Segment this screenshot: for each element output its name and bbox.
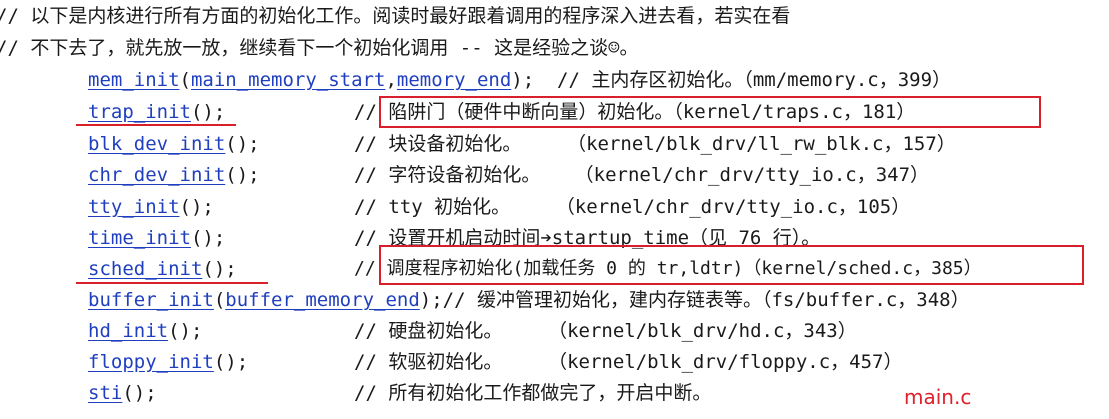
comment-mem-init: // 主内存区初始化。（mm/memory.c，399）: [534, 69, 952, 91]
code-line-tty-init: tty_init();: [88, 194, 214, 220]
code-line-sched-init: sched_init();: [88, 256, 237, 282]
call-parens: ();: [202, 258, 237, 280]
comment-floppy-init: // 软驱初始化。 （kernel/blk_drv/floppy.c，457）: [354, 351, 903, 373]
call-parens: ();: [225, 164, 260, 186]
comment-chr-dev-init: // 字符设备初始化。 （kernel/chr_drv/tty_io.c，347…: [354, 164, 930, 186]
call-parens: ();: [190, 227, 226, 249]
code-line-time-init: time_init();: [88, 225, 225, 251]
paren-close: );: [419, 289, 443, 311]
call-parens: ();: [168, 320, 203, 342]
code-line-mem-init: mem_init(main_memory_start,memory_end); …: [88, 67, 951, 93]
header-comment-1: // 以下是内核进行所有方面的初始化工作。阅读时最好跟着调用的程序深入进去看，若…: [0, 5, 791, 27]
arg-link-memory-end[interactable]: memory_end: [397, 69, 511, 91]
function-link-floppy-init[interactable]: floppy_init: [88, 351, 214, 373]
call-parens: ();: [122, 382, 157, 404]
comment-tty-init: // tty 初始化。 （kernel/chr_drv/tty_io.c，105…: [354, 196, 911, 218]
comment-sti: // 所有初始化工作都做完了，开启中断。: [354, 382, 712, 404]
comment-buffer-init: // 缓冲管理初始化，建内存链表等。（fs/buffer.c，348）: [442, 289, 970, 311]
code-line-floppy-init: floppy_init();: [88, 349, 248, 375]
paren-open: (: [179, 69, 191, 91]
call-parens: ();: [213, 351, 249, 373]
code-line-trap-init: trap_init();: [88, 99, 225, 125]
function-link-chr-dev-init[interactable]: chr_dev_init: [88, 164, 225, 186]
code-line-chr-dev-init: chr_dev_init();: [88, 162, 260, 188]
function-link-trap-init[interactable]: trap_init: [88, 101, 191, 123]
call-parens: ();: [190, 101, 226, 123]
file-label: main.c: [904, 385, 972, 409]
paren-close: );: [511, 69, 535, 91]
highlight-box-sched-init: [379, 245, 1084, 285]
underline-sched-init: [76, 282, 268, 284]
underline-trap-init: [76, 124, 236, 126]
function-link-buffer-init[interactable]: buffer_init: [88, 289, 214, 311]
code-line-hd-init: hd_init();: [88, 318, 202, 344]
function-link-sched-init[interactable]: sched_init: [88, 258, 202, 280]
code-document: // 以下是内核进行所有方面的初始化工作。阅读时最好跟着调用的程序深入进去看，若…: [0, 0, 1109, 419]
function-link-blk-dev-init[interactable]: blk_dev_init: [88, 133, 225, 155]
call-parens: ();: [179, 196, 214, 218]
comment-blk-dev-init: // 块设备初始化。 （kernel/blk_drv/ll_rw_blk.c，1…: [354, 133, 956, 155]
function-link-sti[interactable]: sti: [88, 382, 122, 404]
function-link-time-init[interactable]: time_init: [88, 227, 191, 249]
highlight-box-trap-init: [379, 96, 1041, 128]
code-line-buffer-init: buffer_init(buffer_memory_end);// 缓冲管理初始…: [88, 287, 970, 313]
code-line-blk-dev-init: blk_dev_init();: [88, 131, 260, 157]
paren-open: (: [213, 289, 226, 311]
arg-separator: ,: [385, 69, 397, 91]
call-parens: ();: [225, 133, 260, 155]
function-link-tty-init[interactable]: tty_init: [88, 196, 180, 218]
header-comment-2: // 不下去了，就先放一放，继续看下一个初始化调用 -- 这是经验之谈☺。: [0, 37, 639, 59]
arg-link-main-memory-start[interactable]: main_memory_start: [191, 69, 385, 91]
function-link-mem-init[interactable]: mem_init: [88, 69, 180, 91]
code-line-sti: sti();: [88, 380, 157, 406]
arg-link-buffer-memory-end[interactable]: buffer_memory_end: [225, 289, 419, 311]
function-link-hd-init[interactable]: hd_init: [88, 320, 168, 342]
comment-hd-init: // 硬盘初始化。 （kernel/blk_drv/hd.c，343）: [354, 320, 857, 342]
